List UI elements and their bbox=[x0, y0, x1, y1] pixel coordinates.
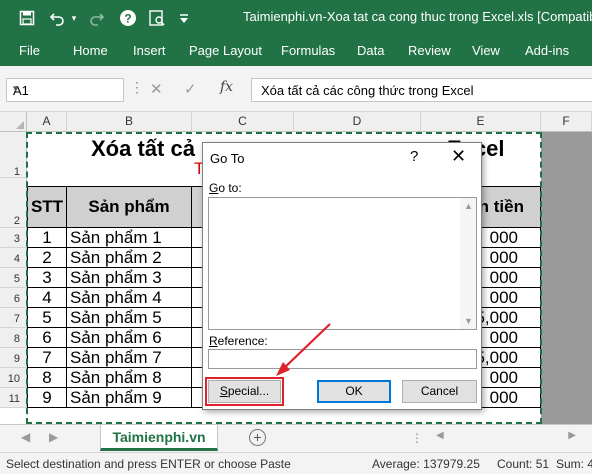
row-header-11[interactable]: 11 bbox=[0, 388, 27, 408]
status-sum: Sum: 49 bbox=[556, 457, 592, 471]
table-cell[interactable]: 7 bbox=[27, 348, 67, 368]
table-cell[interactable]: 9 bbox=[27, 388, 67, 408]
svg-text:?: ? bbox=[124, 12, 131, 26]
horizontal-scrollbar[interactable]: ◀ ▶ bbox=[436, 430, 576, 445]
chevron-down-icon[interactable]: ▾ bbox=[13, 82, 118, 95]
customize-qat-icon[interactable] bbox=[174, 0, 194, 36]
chevron-up-icon[interactable]: ▲ bbox=[464, 201, 473, 211]
close-icon[interactable]: ✕ bbox=[451, 146, 466, 167]
sheet-tab-active[interactable]: Taimienphi.vn bbox=[100, 425, 218, 451]
col-header-f[interactable]: F bbox=[541, 112, 592, 132]
row-header-7[interactable]: 7 bbox=[0, 308, 27, 328]
redo-icon[interactable] bbox=[86, 0, 108, 36]
table-cell[interactable]: 4 bbox=[27, 288, 67, 308]
sheet-title: Xóa tất cả bbox=[91, 136, 195, 161]
select-all-corner[interactable] bbox=[0, 112, 27, 132]
status-bar: Select destination and press ENTER or ch… bbox=[0, 452, 592, 474]
table-cell[interactable]: Sản phẩm 1 bbox=[67, 228, 192, 248]
goto-dialog: Go To ? ✕ Go to: ▲ ▼ Reference: Special.… bbox=[202, 142, 482, 410]
goto-list[interactable]: ▲ ▼ bbox=[208, 197, 477, 330]
row-header-10[interactable]: 10 bbox=[0, 368, 27, 388]
row-header-2[interactable]: 2 bbox=[0, 178, 27, 228]
table-cell[interactable]: Sản phẩm 7 bbox=[67, 348, 192, 368]
tab-home[interactable]: Home bbox=[73, 43, 108, 58]
ok-button[interactable]: OK bbox=[317, 380, 391, 403]
status-count: Count: 51 bbox=[497, 457, 550, 471]
goto-label: Go to: bbox=[209, 181, 242, 195]
scroll-right-icon[interactable]: ▶ bbox=[568, 430, 576, 441]
col-header-c[interactable]: C bbox=[192, 112, 294, 132]
tab-page-layout[interactable]: Page Layout bbox=[189, 43, 262, 58]
col-header-d[interactable]: D bbox=[294, 112, 421, 132]
header-product[interactable]: Sản phẩm bbox=[67, 186, 192, 228]
status-message: Select destination and press ENTER or ch… bbox=[6, 457, 291, 471]
row-header-9[interactable]: 9 bbox=[0, 348, 27, 368]
column-f-fill bbox=[541, 132, 592, 424]
row-header-3[interactable]: 3 bbox=[0, 228, 27, 248]
list-scrollbar[interactable]: ▲ ▼ bbox=[460, 198, 476, 329]
col-header-e[interactable]: E bbox=[421, 112, 541, 132]
row-header-8[interactable]: 8 bbox=[0, 328, 27, 348]
table-cell[interactable]: Sản phẩm 6 bbox=[67, 328, 192, 348]
name-box[interactable]: A1 ▾ bbox=[6, 78, 124, 102]
status-average: Average: 137979.25 bbox=[372, 457, 480, 471]
formula-bar: A1 ▾ ⋮ ✕ ✓ fx Xóa tất cả các công thức t… bbox=[0, 66, 592, 112]
tab-data[interactable]: Data bbox=[357, 43, 384, 58]
table-cell[interactable]: 6 bbox=[27, 328, 67, 348]
table-cell[interactable]: Sản phẩm 4 bbox=[67, 288, 192, 308]
help-icon[interactable]: ? bbox=[116, 0, 140, 36]
reference-input[interactable] bbox=[208, 349, 477, 369]
sheet-nav-prev-icon[interactable]: ◀ bbox=[21, 430, 30, 444]
row-header-6[interactable]: 6 bbox=[0, 288, 27, 308]
sheet-nav-next-icon[interactable]: ▶ bbox=[49, 430, 58, 444]
table-cell[interactable]: Sản phẩm 8 bbox=[67, 368, 192, 388]
save-icon[interactable] bbox=[14, 0, 40, 36]
sheet-tab-label: Taimienphi.vn bbox=[112, 429, 206, 445]
ribbon-tabs: File Home Insert Page Layout Formulas Da… bbox=[0, 36, 592, 66]
table-cell[interactable]: 8 bbox=[27, 368, 67, 388]
reference-label: Reference: bbox=[209, 334, 268, 348]
cancel-button[interactable]: Cancel bbox=[402, 380, 477, 403]
undo-dropdown-icon[interactable]: ▾ bbox=[69, 0, 79, 36]
window-title: Taimienphi.vn-Xoa tat ca cong thuc trong… bbox=[243, 9, 592, 24]
header-stt[interactable]: STT bbox=[27, 186, 67, 228]
table-cell[interactable]: 1 bbox=[27, 228, 67, 248]
undo-icon[interactable] bbox=[45, 0, 69, 36]
formula-text: Xóa tất cả các công thức trong Excel bbox=[261, 83, 474, 98]
formula-bar-splitter[interactable]: ⋮ bbox=[130, 79, 144, 96]
table-cell[interactable]: 2 bbox=[27, 248, 67, 268]
tab-scroll-splitter[interactable]: ⋮ bbox=[411, 431, 423, 445]
table-cell[interactable]: Sản phẩm 9 bbox=[67, 388, 192, 408]
table-cell[interactable]: Sản phẩm 3 bbox=[67, 268, 192, 288]
sheet-tab-bar: ◀ ▶ Taimienphi.vn + ⋮ ◀ ▶ bbox=[0, 424, 592, 452]
table-cell[interactable]: Sản phẩm 2 bbox=[67, 248, 192, 268]
col-header-b[interactable]: B bbox=[67, 112, 192, 132]
add-sheet-button[interactable]: + bbox=[249, 429, 266, 446]
tab-view[interactable]: View bbox=[472, 43, 500, 58]
col-header-a[interactable]: A bbox=[27, 112, 67, 132]
special-button[interactable]: Special... bbox=[205, 377, 284, 406]
table-cell[interactable]: Sản phẩm 5 bbox=[67, 308, 192, 328]
enter-entry-icon[interactable]: ✓ bbox=[184, 80, 197, 98]
insert-function-icon[interactable]: fx bbox=[220, 79, 233, 95]
row-header-1[interactable]: 1 bbox=[0, 132, 27, 178]
tab-add-ins[interactable]: Add-ins bbox=[525, 43, 569, 58]
formula-input[interactable]: Xóa tất cả các công thức trong Excel bbox=[251, 78, 592, 102]
table-cell[interactable]: 5 bbox=[27, 308, 67, 328]
help-icon[interactable]: ? bbox=[410, 148, 418, 165]
tab-formulas[interactable]: Formulas bbox=[281, 43, 335, 58]
cancel-entry-icon[interactable]: ✕ bbox=[150, 80, 163, 98]
dialog-title: Go To bbox=[210, 151, 245, 166]
row-header-5[interactable]: 5 bbox=[0, 268, 27, 288]
tab-insert[interactable]: Insert bbox=[133, 43, 166, 58]
title-bar: ▾ ? Taimienphi.vn-Xoa tat ca cong thuc t… bbox=[0, 0, 592, 36]
table-cell[interactable]: 3 bbox=[27, 268, 67, 288]
chevron-down-icon[interactable]: ▼ bbox=[464, 316, 473, 326]
scroll-left-icon[interactable]: ◀ bbox=[436, 430, 444, 441]
tab-file[interactable]: File bbox=[19, 43, 40, 58]
print-preview-icon[interactable] bbox=[146, 0, 168, 36]
tab-review[interactable]: Review bbox=[408, 43, 451, 58]
row-header-4[interactable]: 4 bbox=[0, 248, 27, 268]
